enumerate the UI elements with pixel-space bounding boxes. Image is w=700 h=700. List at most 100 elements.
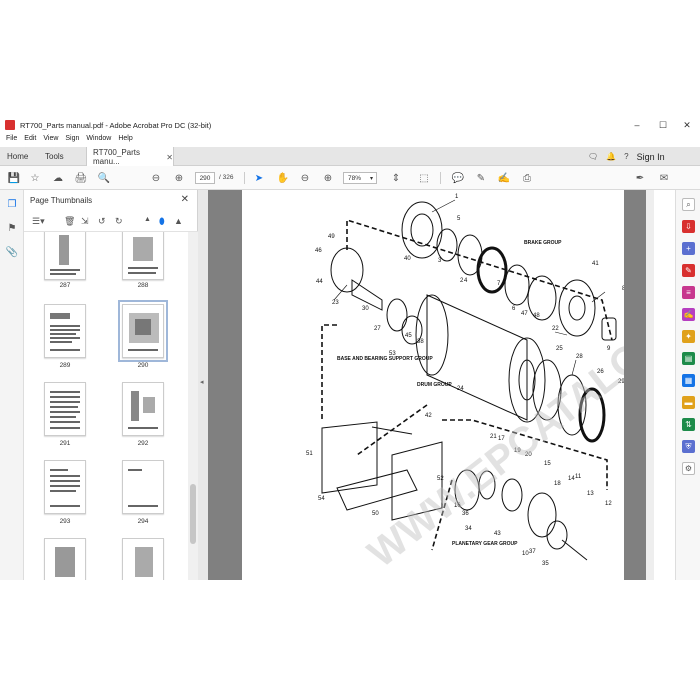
close-window-button[interactable]: ✕ xyxy=(674,115,700,135)
fit-page-icon[interactable]: ⇕ xyxy=(388,170,404,186)
previous-page-icon[interactable]: ⊖ xyxy=(148,170,164,186)
attachment-icon[interactable]: 📎 xyxy=(6,246,18,258)
scan-ocr-icon[interactable]: ▦ xyxy=(682,374,695,387)
menu-window[interactable]: Window xyxy=(86,135,111,147)
combine-files-icon[interactable]: ≡ xyxy=(682,286,695,299)
thumbnail-page[interactable] xyxy=(44,538,86,580)
rotate-right-icon[interactable]: ↻ xyxy=(115,216,123,227)
protect-shield-icon[interactable]: ⛨ xyxy=(682,440,695,453)
thumbnail-page[interactable] xyxy=(122,232,164,280)
callout-label: 44 xyxy=(316,279,323,285)
comment-icon[interactable]: 💬 xyxy=(450,170,466,186)
create-pdf-icon[interactable]: + xyxy=(682,242,695,255)
panel-collapse-handle[interactable]: ◂ xyxy=(198,190,208,580)
thumbnail-page[interactable] xyxy=(122,382,164,436)
page-thumbnails-icon[interactable]: ❐ xyxy=(6,198,18,210)
chat-icon[interactable]: 🗨 xyxy=(588,152,598,161)
fill-sign-icon[interactable]: ✍ xyxy=(682,308,695,321)
thumbnail-page[interactable] xyxy=(122,460,164,514)
scroll-mode-icon[interactable]: ⬚ xyxy=(416,170,432,186)
organize-pages-icon[interactable]: ▤ xyxy=(682,352,695,365)
callout-label: 23 xyxy=(332,300,339,306)
share-mail-icon[interactable]: ✉ xyxy=(656,170,672,186)
rotate-left-icon[interactable]: ↺ xyxy=(98,216,106,227)
exploded-parts-diagram: BRAKE GROUP BASE AND BEARING SUPPORT GRO… xyxy=(306,194,624,567)
callout-label: 52 xyxy=(437,476,444,482)
base-support-group-label: BASE AND BEARING SUPPORT GROUP xyxy=(337,356,433,362)
thumbnail-label: 294 xyxy=(137,518,149,525)
callout-label: 49 xyxy=(328,234,335,240)
thumbnail-scrollbar[interactable] xyxy=(188,232,198,580)
tab-document[interactable]: RT700_Parts manu... ✕ xyxy=(86,147,174,167)
more-tools-icon[interactable]: ⚙ xyxy=(682,462,695,475)
window-title: RT700_Parts manual.pdf - Adobe Acrobat P… xyxy=(20,120,212,130)
next-page-icon[interactable]: ⊕ xyxy=(171,170,187,186)
thumbnail-page[interactable] xyxy=(44,460,86,514)
tab-bar: Home Tools RT700_Parts manu... ✕ 🗨 🔔 ? S… xyxy=(0,147,700,167)
comment-tool-icon[interactable]: ✦ xyxy=(682,330,695,343)
main-toolbar: 💾 ☆ ☁ 🖨 🔍 ⊖ ⊕ 290 / 326 ➤ ✋ ⊖ ⊕ 78% ▾ ⇕ … xyxy=(0,166,700,190)
page-total: / 326 xyxy=(219,174,234,181)
sign-pen-icon[interactable]: ✒ xyxy=(632,170,648,186)
zoom-in-icon[interactable]: ⊕ xyxy=(320,170,336,186)
bell-icon[interactable]: 🔔 xyxy=(606,152,616,161)
thumbnail-page[interactable] xyxy=(122,538,164,580)
upload-cloud-icon[interactable]: ☁ xyxy=(50,170,66,186)
zoom-level-dropdown[interactable]: 78% ▾ xyxy=(343,172,377,184)
highlight-pen-icon[interactable]: ✎ xyxy=(473,170,489,186)
draw-icon[interactable]: ✍ xyxy=(496,170,512,186)
print-icon[interactable]: 🖨 xyxy=(73,170,89,186)
zoom-search-icon[interactable]: ⌕ xyxy=(682,198,695,211)
callout-label: 35 xyxy=(542,561,549,567)
help-icon[interactable]: ? xyxy=(624,152,628,161)
save-icon[interactable]: 💾 xyxy=(6,170,22,186)
callout-label: 19 xyxy=(514,448,521,454)
small-thumbnail-icon[interactable]: ▲ xyxy=(144,216,151,223)
options-menu-icon[interactable]: ☰▾ xyxy=(32,216,45,227)
hand-tool-icon[interactable]: ✋ xyxy=(275,170,291,186)
extract-page-icon[interactable]: ⇲ xyxy=(81,216,89,227)
menu-view[interactable]: View xyxy=(43,135,58,147)
zoom-out-icon[interactable]: ⊖ xyxy=(297,170,313,186)
panel-close-icon[interactable]: ✕ xyxy=(181,194,189,205)
tab-tools[interactable]: Tools xyxy=(45,147,64,166)
thumbnail-label: 291 xyxy=(59,440,71,447)
callout-label: 15 xyxy=(544,461,551,467)
export-pdf-icon[interactable]: ⇩ xyxy=(682,220,695,233)
document-scrollbar[interactable] xyxy=(646,190,654,580)
menu-edit[interactable]: Edit xyxy=(24,135,36,147)
delete-page-icon[interactable]: 🗑 xyxy=(64,216,75,227)
planetary-group-label: PLANETARY GEAR GROUP xyxy=(452,541,518,547)
page-number-input[interactable]: 290 xyxy=(195,172,215,184)
callout-label: 13 xyxy=(587,491,594,497)
compress-icon[interactable]: ⇅ xyxy=(682,418,695,431)
select-pointer-icon[interactable]: ➤ xyxy=(251,170,267,186)
tab-home[interactable]: Home xyxy=(7,147,28,166)
minimize-button[interactable]: – xyxy=(624,115,650,135)
stamp-icon[interactable]: ⎙ xyxy=(519,170,535,186)
search-icon[interactable]: 🔍 xyxy=(96,170,112,186)
thumbnail-page[interactable] xyxy=(44,304,86,358)
callout-label: 46 xyxy=(315,248,322,254)
star-icon[interactable]: ☆ xyxy=(27,170,43,186)
sign-in-button[interactable]: Sign In xyxy=(637,152,665,162)
menu-file[interactable]: File xyxy=(6,135,17,147)
callout-label: 8 xyxy=(622,286,624,292)
callout-label: 54 xyxy=(318,496,325,502)
thumbnail-label: 287 xyxy=(59,282,71,289)
thumbnail-page[interactable] xyxy=(44,382,86,436)
thumbnail-scroll-thumb[interactable] xyxy=(190,484,196,544)
thumbnail-page-selected[interactable] xyxy=(118,300,168,362)
thumbnail-size-slider[interactable]: ⬮ xyxy=(159,216,165,227)
large-thumbnail-icon[interactable]: ▲ xyxy=(174,216,183,226)
document-viewport[interactable]: BRAKE GROUP BASE AND BEARING SUPPORT GRO… xyxy=(208,190,654,580)
menu-help[interactable]: Help xyxy=(118,135,132,147)
menu-sign[interactable]: Sign xyxy=(65,135,79,147)
comment-bubble-icon[interactable]: ▬ xyxy=(682,396,695,409)
bookmark-icon[interactable]: ⚑ xyxy=(6,222,18,234)
title-bar: RT700_Parts manual.pdf - Adobe Acrobat P… xyxy=(0,115,700,135)
thumbnail-page[interactable] xyxy=(44,232,86,280)
tab-close-icon[interactable]: ✕ xyxy=(166,153,173,162)
maximize-button[interactable]: ☐ xyxy=(650,115,676,135)
edit-pdf-icon[interactable]: ✎ xyxy=(682,264,695,277)
